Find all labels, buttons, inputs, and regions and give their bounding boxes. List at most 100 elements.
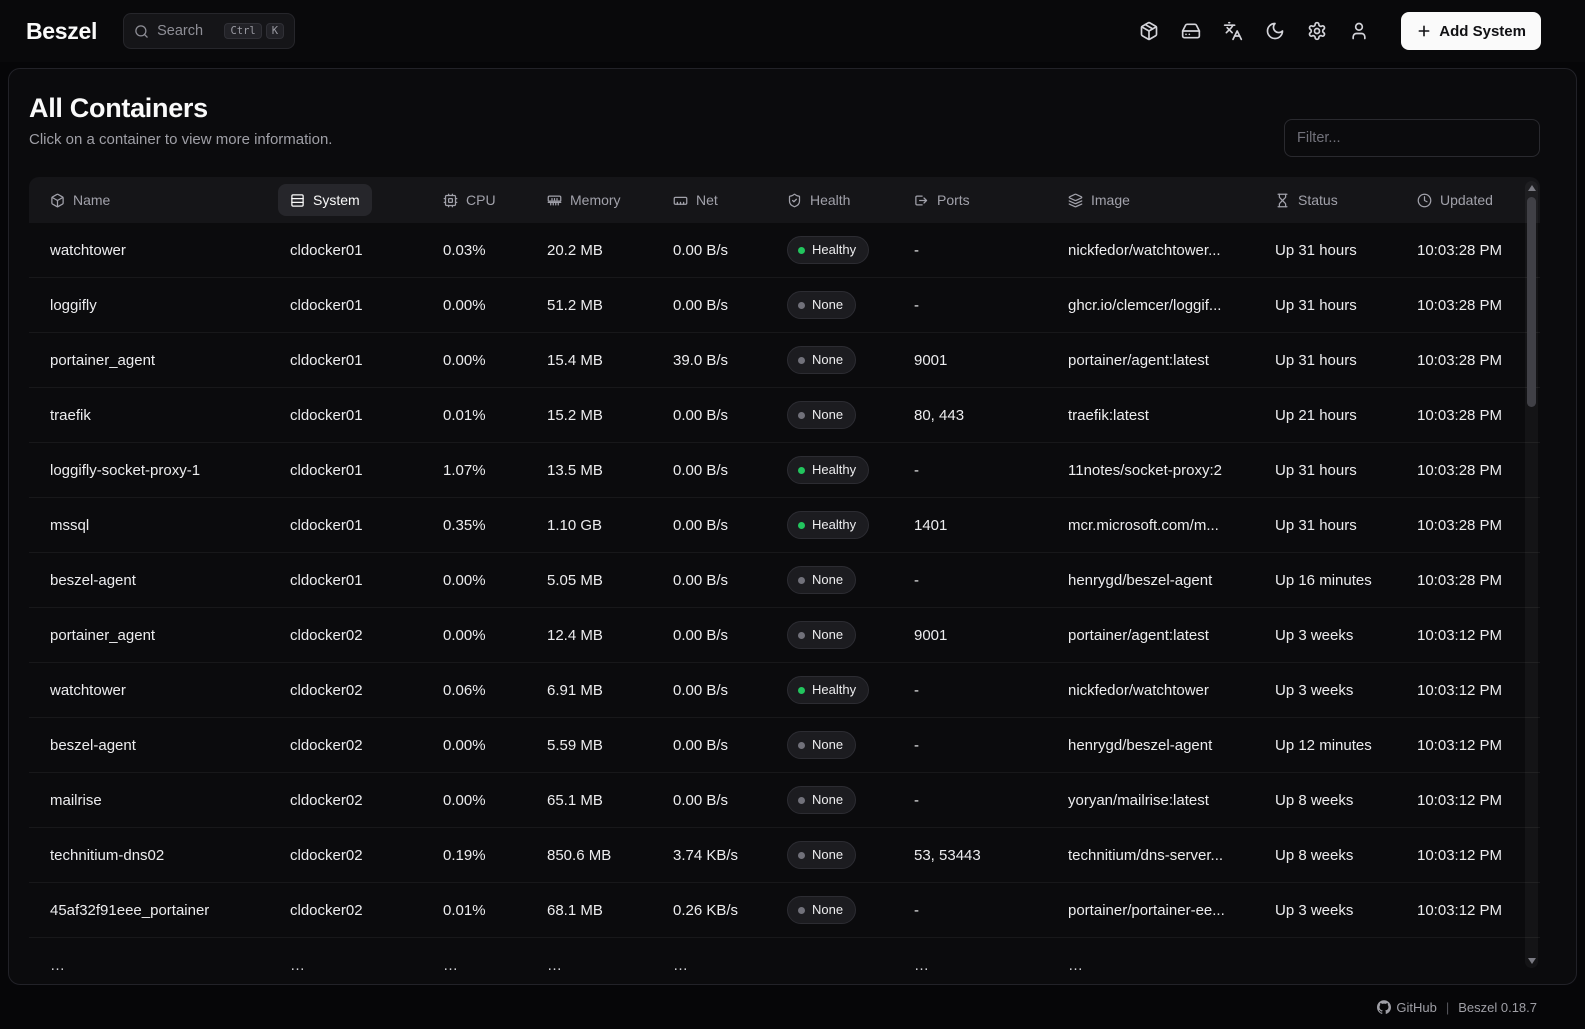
cpu-cell: 0.19% bbox=[443, 847, 547, 864]
settings-button[interactable] bbox=[1299, 13, 1335, 49]
health-cell: Healthy bbox=[787, 236, 914, 264]
memory-cell: 1.10 GB bbox=[547, 517, 673, 534]
health-cell: None bbox=[787, 731, 914, 759]
plus-icon bbox=[1416, 23, 1432, 39]
updated-cell: 10:03:12 PM bbox=[1417, 737, 1540, 754]
status-cell: Up 12 minutes bbox=[1275, 737, 1417, 754]
image-cell: ghcr.io/clemcer/loggif... bbox=[1068, 297, 1275, 314]
column-header-status[interactable]: Status bbox=[1275, 192, 1417, 208]
status-cell: Up 21 hours bbox=[1275, 407, 1417, 424]
column-header-cpu[interactable]: CPU bbox=[443, 192, 547, 208]
system-cell: cldocker01 bbox=[290, 517, 443, 534]
table-row[interactable]: 45af32f91eee_portainercldocker020.01%68.… bbox=[29, 883, 1540, 938]
github-link[interactable]: GitHub bbox=[1377, 1000, 1436, 1015]
ports-icon bbox=[914, 193, 929, 208]
memory-cell: 850.6 MB bbox=[547, 847, 673, 864]
column-header-ports[interactable]: Ports bbox=[914, 192, 1068, 208]
health-dot-icon bbox=[798, 742, 805, 749]
footer: GitHub | Beszel 0.18.7 bbox=[0, 985, 1585, 1029]
search-button[interactable]: Search CtrlK bbox=[123, 13, 295, 49]
language-button[interactable] bbox=[1215, 13, 1251, 49]
rows-icon bbox=[290, 193, 305, 208]
table-row[interactable]: mailrisecldocker020.00%65.1 MB0.00 B/sNo… bbox=[29, 773, 1540, 828]
net-cell: 0.00 B/s bbox=[673, 462, 787, 479]
status-cell: Up 31 hours bbox=[1275, 517, 1417, 534]
memory-cell: 68.1 MB bbox=[547, 902, 673, 919]
table-row[interactable]: beszel-agentcldocker010.00%5.05 MB0.00 B… bbox=[29, 553, 1540, 608]
table-row[interactable]: beszel-agentcldocker020.00%5.59 MB0.00 B… bbox=[29, 718, 1540, 773]
column-header-image[interactable]: Image bbox=[1068, 192, 1275, 208]
health-badge: None bbox=[787, 401, 856, 429]
add-system-button[interactable]: Add System bbox=[1401, 12, 1541, 50]
system-cell: cldocker01 bbox=[290, 352, 443, 369]
table-scrollbar[interactable] bbox=[1525, 181, 1538, 968]
memory-cell: 20.2 MB bbox=[547, 242, 673, 259]
updated-cell: 10:03:28 PM bbox=[1417, 352, 1540, 369]
shield-icon bbox=[787, 193, 802, 208]
box-icon bbox=[50, 193, 65, 208]
column-label-status: Status bbox=[1298, 192, 1338, 208]
table-row[interactable]: loggiflycldocker010.00%51.2 MB0.00 B/sNo… bbox=[29, 278, 1540, 333]
health-dot-icon bbox=[798, 852, 805, 859]
memory-cell: 15.2 MB bbox=[547, 407, 673, 424]
search-shortcut: CtrlK bbox=[224, 23, 284, 40]
table-row[interactable]: traefikcldocker010.01%15.2 MB0.00 B/sNon… bbox=[29, 388, 1540, 443]
kbd-k: K bbox=[266, 23, 284, 40]
column-label-updated: Updated bbox=[1440, 192, 1493, 208]
table-row[interactable]: portainer_agentcldocker010.00%15.4 MB39.… bbox=[29, 333, 1540, 388]
table-row[interactable]: technitium-dns02cldocker020.19%850.6 MB3… bbox=[29, 828, 1540, 883]
name-cell: loggifly bbox=[50, 297, 290, 314]
image-cell: traefik:latest bbox=[1068, 407, 1275, 424]
status-cell: Up 8 weeks bbox=[1275, 792, 1417, 809]
column-header-net[interactable]: Net bbox=[673, 192, 787, 208]
column-header-updated[interactable]: Updated bbox=[1417, 192, 1540, 208]
ports-cell: - bbox=[914, 242, 1068, 259]
table-row-partial[interactable]: ………………… bbox=[29, 938, 1540, 972]
package-icon bbox=[1139, 21, 1159, 41]
column-header-system[interactable]: System bbox=[290, 184, 443, 216]
system-cell: cldocker02 bbox=[290, 737, 443, 754]
table-row[interactable]: portainer_agentcldocker020.00%12.4 MB0.0… bbox=[29, 608, 1540, 663]
column-header-name[interactable]: Name bbox=[50, 192, 290, 208]
image-cell: portainer/agent:latest bbox=[1068, 352, 1275, 369]
health-dot-icon bbox=[798, 577, 805, 584]
user-menu-button[interactable] bbox=[1341, 13, 1377, 49]
updated-cell: 10:03:28 PM bbox=[1417, 462, 1540, 479]
containers-table: NameSystemCPUMemoryNetHealthPortsImage St… bbox=[29, 177, 1540, 972]
health-badge: None bbox=[787, 291, 856, 319]
scroll-up-arrow-icon[interactable] bbox=[1528, 185, 1536, 191]
scrollbar-thumb[interactable] bbox=[1527, 197, 1536, 407]
health-badge: None bbox=[787, 731, 856, 759]
health-badge: None bbox=[787, 346, 856, 374]
column-header-memory[interactable]: Memory bbox=[547, 192, 673, 208]
system-cell: cldocker02 bbox=[290, 627, 443, 644]
footer-separator: | bbox=[1446, 1000, 1449, 1015]
name-cell: 45af32f91eee_portainer bbox=[50, 902, 290, 919]
cpu-cell: 0.03% bbox=[443, 242, 547, 259]
image-cell: technitium/dns-server... bbox=[1068, 847, 1275, 864]
table-row[interactable]: mssqlcldocker010.35%1.10 GB0.00 B/sHealt… bbox=[29, 498, 1540, 553]
system-cell: cldocker02 bbox=[290, 792, 443, 809]
filter-input[interactable] bbox=[1284, 119, 1540, 157]
systems-button[interactable] bbox=[1131, 13, 1167, 49]
status-cell: Up 31 hours bbox=[1275, 297, 1417, 314]
health-cell: None bbox=[787, 621, 914, 649]
theme-toggle-button[interactable] bbox=[1257, 13, 1293, 49]
table-row[interactable]: watchtowercldocker020.06%6.91 MB0.00 B/s… bbox=[29, 663, 1540, 718]
app-logo: Beszel bbox=[26, 18, 97, 45]
scroll-down-arrow-icon[interactable] bbox=[1528, 958, 1536, 964]
table-row[interactable]: watchtowercldocker010.03%20.2 MB0.00 B/s… bbox=[29, 223, 1540, 278]
name-cell: mssql bbox=[50, 517, 290, 534]
table-row[interactable]: loggifly-socket-proxy-1cldocker011.07%13… bbox=[29, 443, 1540, 498]
net-cell: 0.00 B/s bbox=[673, 737, 787, 754]
image-cell: … bbox=[1068, 957, 1275, 973]
name-cell: watchtower bbox=[50, 242, 290, 259]
ports-cell: 1401 bbox=[914, 517, 1068, 534]
memory-cell: 51.2 MB bbox=[547, 297, 673, 314]
ports-cell: - bbox=[914, 682, 1068, 699]
containers-button[interactable] bbox=[1173, 13, 1209, 49]
memory-cell: 5.59 MB bbox=[547, 737, 673, 754]
column-header-health[interactable]: Health bbox=[787, 192, 914, 208]
status-cell: Up 16 minutes bbox=[1275, 572, 1417, 589]
cpu-cell: … bbox=[443, 957, 547, 973]
